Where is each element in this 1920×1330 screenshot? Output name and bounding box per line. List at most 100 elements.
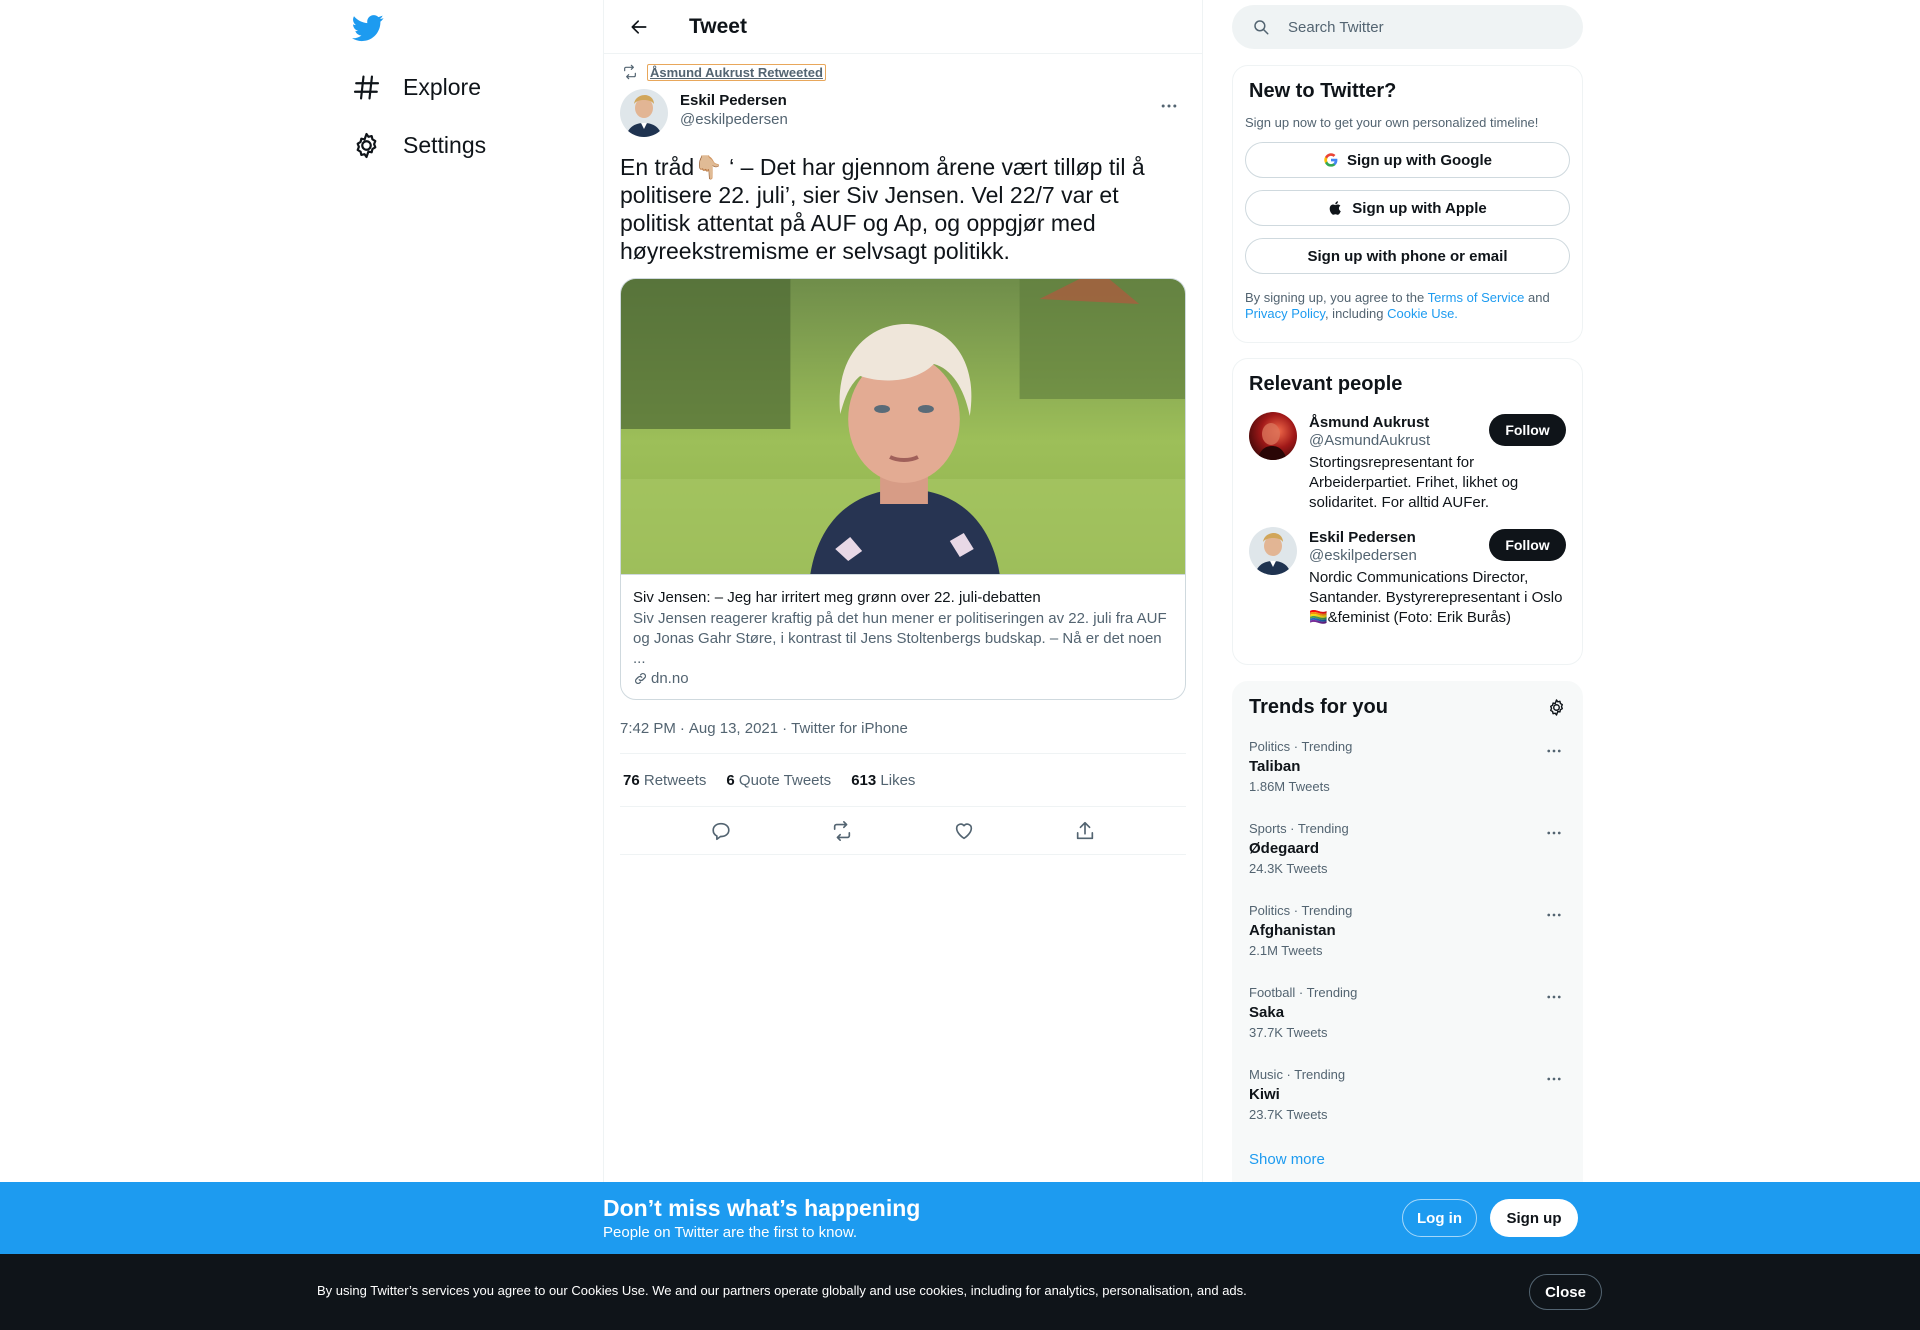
signup-apple-button[interactable]: Sign up with Apple xyxy=(1245,190,1570,226)
retweets-count: 76 xyxy=(623,771,640,789)
trend-count: 24.3K Tweets xyxy=(1249,861,1328,876)
trend-item[interactable]: Politics · Trending Afghanistan 2.1M Twe… xyxy=(1249,903,1566,969)
signup-button[interactable]: Sign up xyxy=(1490,1199,1578,1237)
card-domain: dn.no xyxy=(633,670,1173,687)
quote-tweets-stat[interactable]: 6 Quote Tweets xyxy=(726,772,831,789)
card-image xyxy=(621,279,1185,574)
cookie-link[interactable]: Cookie Use. xyxy=(1387,306,1458,321)
search-box[interactable] xyxy=(1232,5,1583,49)
nav-settings[interactable]: Settings xyxy=(352,120,486,170)
trend-more-button[interactable] xyxy=(1542,821,1566,845)
trend-category: Politics · Trending xyxy=(1249,739,1353,754)
tweet-text: En tråd👇🏼 ‘ – Det har gjennom årene vært… xyxy=(620,154,1145,264)
cookie-close-button[interactable]: Close xyxy=(1529,1274,1602,1310)
avatar[interactable] xyxy=(620,89,668,137)
avatar[interactable] xyxy=(1249,412,1297,460)
relevant-people-title: Relevant people xyxy=(1249,373,1403,395)
avatar[interactable] xyxy=(1249,527,1297,575)
trend-item[interactable]: Politics · Trending Taliban 1.86M Tweets xyxy=(1249,739,1566,805)
legal-text-2: and xyxy=(1524,290,1550,305)
nav-explore[interactable]: Explore xyxy=(352,62,481,112)
trend-more-button[interactable] xyxy=(1542,739,1566,763)
trend-more-button[interactable] xyxy=(1542,985,1566,1009)
link-card[interactable]: Siv Jensen: – Jeg har irritert meg grønn… xyxy=(620,278,1186,700)
person-card[interactable]: Eskil Pedersen @eskilpedersen Nordic Com… xyxy=(1249,527,1566,628)
trend-item[interactable]: Music · Trending Kiwi 23.7K Tweets xyxy=(1249,1067,1566,1133)
show-more-link[interactable]: Show more xyxy=(1249,1151,1566,1168)
signup-prompt-title: Don’t miss what’s happening xyxy=(603,1195,921,1221)
retweet-context: Åsmund Aukrust Retweeted xyxy=(620,63,1186,81)
like-button[interactable] xyxy=(947,814,981,848)
trend-count: 23.7K Tweets xyxy=(1249,1107,1328,1122)
retweeted-by-link[interactable]: Åsmund Aukrust Retweeted xyxy=(647,63,826,81)
meta-separator: · xyxy=(679,720,685,737)
author-name[interactable]: Eskil Pedersen xyxy=(680,92,788,109)
person-card[interactable]: Åsmund Aukrust @AsmundAukrust Stortingsr… xyxy=(1249,412,1566,513)
page-title: Tweet xyxy=(689,14,747,38)
likes-label: Likes xyxy=(880,771,916,789)
follow-button[interactable]: Follow xyxy=(1489,529,1566,561)
twitter-logo-icon[interactable] xyxy=(352,12,384,44)
legal-text-3: , including xyxy=(1324,306,1388,321)
retweet-icon xyxy=(624,64,636,80)
signup-google-label: Sign up with Google xyxy=(1347,151,1492,169)
trends-panel: Trends for you Politics · Trending Talib… xyxy=(1232,681,1583,1201)
signup-email-button[interactable]: Sign up with phone or email xyxy=(1245,238,1570,274)
share-button[interactable] xyxy=(1068,814,1102,848)
tweet-time[interactable]: 7:42 PM xyxy=(620,720,676,743)
trend-name: Afghanistan xyxy=(1249,922,1336,939)
gear-icon[interactable] xyxy=(1547,698,1566,717)
trend-more-button[interactable] xyxy=(1542,1067,1566,1091)
search-icon xyxy=(1254,20,1269,35)
legal-text-1: By signing up, you agree to the xyxy=(1245,290,1428,305)
tweet-stats: 76 Retweets 6 Quote Tweets 613 Likes xyxy=(620,754,1186,807)
more-dots-icon xyxy=(1161,104,1177,108)
quotes-count: 6 xyxy=(726,771,735,789)
retweets-stat[interactable]: 76 Retweets xyxy=(623,772,706,789)
more-dots-icon xyxy=(1547,913,1561,917)
trend-item[interactable]: Sports · Trending Ødegaard 24.3K Tweets xyxy=(1249,821,1566,887)
google-icon xyxy=(1324,153,1338,167)
reply-icon xyxy=(712,822,730,840)
trend-name: Taliban xyxy=(1249,758,1301,775)
more-dots-icon xyxy=(1547,995,1561,999)
likes-stat[interactable]: 613 Likes xyxy=(851,772,915,789)
meta-separator: · xyxy=(782,720,788,737)
gear-icon xyxy=(356,132,377,158)
new-to-twitter-subtitle: Sign up now to get your own personalized… xyxy=(1245,115,1539,130)
person-bio: Nordic Communications Director, Santande… xyxy=(1309,569,1563,626)
back-button[interactable] xyxy=(622,10,656,44)
privacy-link[interactable]: Privacy Policy xyxy=(1245,306,1325,321)
follow-button[interactable]: Follow xyxy=(1489,414,1566,446)
more-dots-icon xyxy=(1547,1077,1561,1081)
trend-count: 1.86M Tweets xyxy=(1249,779,1330,794)
page-header: Tweet xyxy=(604,0,1202,54)
tweet-source[interactable]: Twitter for iPhone xyxy=(791,720,908,743)
trend-item[interactable]: Football · Trending Saka 37.7K Tweets xyxy=(1249,985,1566,1051)
signup-google-button[interactable]: Sign up with Google xyxy=(1245,142,1570,178)
signup-apple-label: Sign up with Apple xyxy=(1352,199,1487,217)
tweet-more-button[interactable] xyxy=(1154,91,1184,121)
tweet-actions xyxy=(620,807,1186,855)
author-handle[interactable]: @eskilpedersen xyxy=(680,111,788,128)
more-dots-icon xyxy=(1547,749,1561,753)
search-input[interactable] xyxy=(1288,18,1548,36)
trend-category: Football · Trending xyxy=(1249,985,1358,1000)
reply-button[interactable] xyxy=(704,814,738,848)
signup-legal-text: By signing up, you agree to the Terms of… xyxy=(1245,290,1570,322)
relevant-people-panel: Relevant people Åsmund Aukrust @AsmundAu… xyxy=(1232,358,1583,665)
login-button[interactable]: Log in xyxy=(1402,1199,1477,1237)
trend-category: Music · Trending xyxy=(1249,1067,1346,1082)
link-icon xyxy=(635,673,646,684)
arrow-left-icon xyxy=(631,19,647,34)
signup-email-label: Sign up with phone or email xyxy=(1307,247,1508,265)
cookie-text: By using Twitter’s services you agree to… xyxy=(317,1283,1247,1298)
trend-more-button[interactable] xyxy=(1542,903,1566,927)
new-to-twitter-panel: New to Twitter? Sign up now to get your … xyxy=(1232,65,1583,343)
nav-explore-label: Explore xyxy=(403,73,481,100)
retweet-button[interactable] xyxy=(825,814,859,848)
tweet-date[interactable]: Aug 13, 2021 xyxy=(689,720,778,743)
hashtag-icon xyxy=(353,75,380,99)
terms-link[interactable]: Terms of Service xyxy=(1428,290,1525,305)
trend-category: Sports · Trending xyxy=(1249,821,1349,836)
